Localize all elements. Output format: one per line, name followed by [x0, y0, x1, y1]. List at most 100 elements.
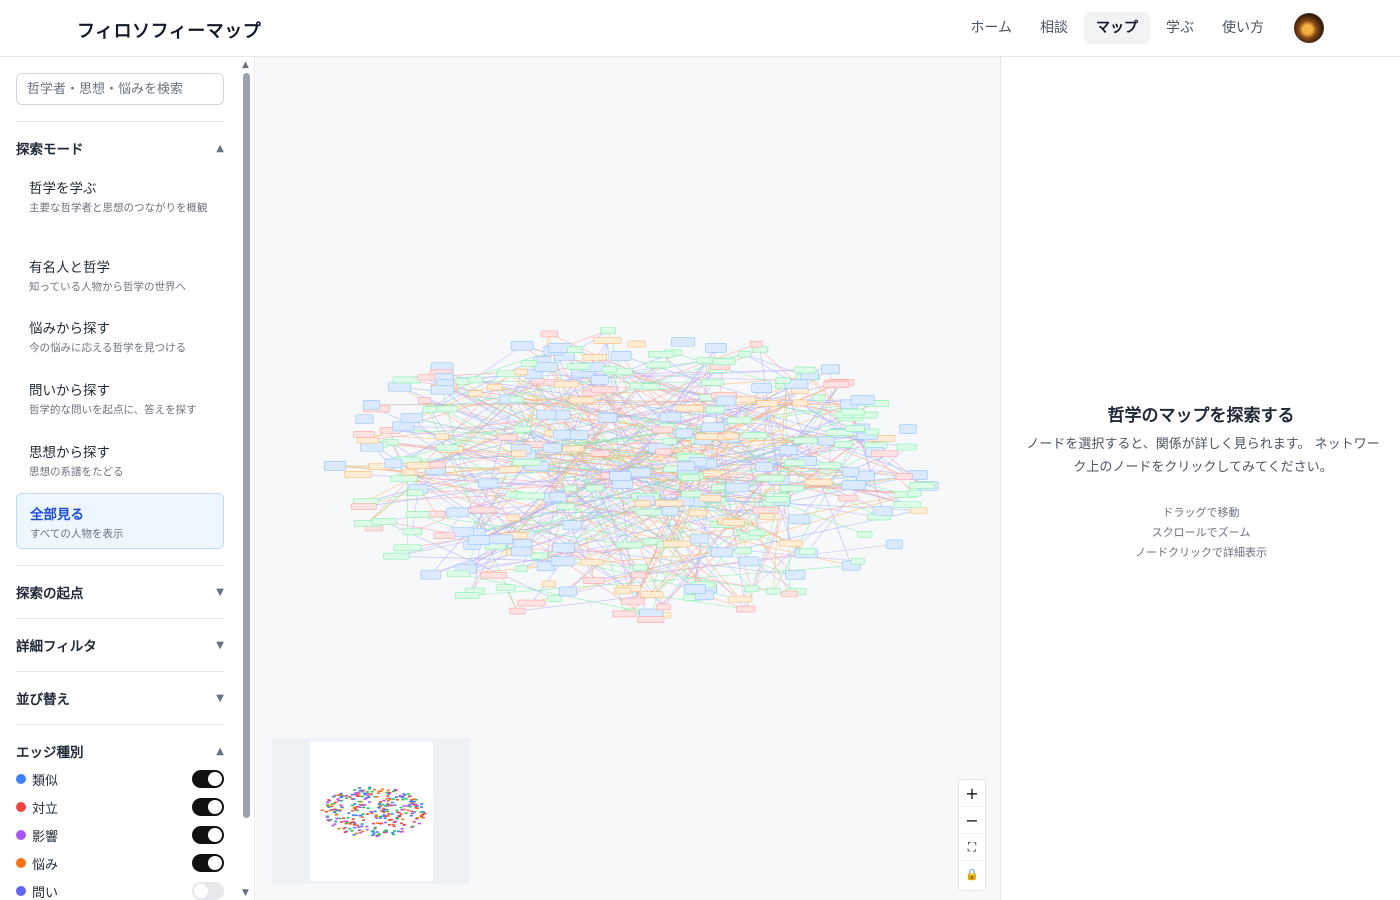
graph-node[interactable] — [323, 460, 347, 471]
graph-node[interactable] — [840, 408, 865, 416]
graph-node[interactable] — [401, 468, 417, 476]
graph-node[interactable] — [705, 406, 725, 414]
graph-node[interactable] — [793, 437, 818, 444]
graph-node[interactable] — [675, 428, 693, 439]
graph-node[interactable] — [615, 541, 643, 549]
sidebar-scrollbar[interactable]: ▲ ▼ — [241, 57, 251, 900]
graph-node[interactable] — [872, 505, 893, 516]
graph-node[interactable] — [646, 361, 671, 369]
app-title[interactable]: フィロソフィーマップ — [77, 17, 261, 43]
graph-node[interactable] — [778, 540, 804, 547]
graph-node[interactable] — [727, 416, 752, 424]
graph-node[interactable] — [552, 542, 576, 553]
graph-node[interactable] — [417, 397, 431, 404]
opposition-toggle[interactable] — [192, 798, 224, 816]
graph-node[interactable] — [712, 358, 736, 366]
graph-node[interactable] — [793, 366, 817, 374]
graph-node[interactable] — [775, 377, 791, 384]
similar-toggle[interactable] — [192, 770, 224, 788]
graph-node[interactable] — [609, 471, 632, 481]
graph-node[interactable] — [495, 584, 516, 592]
graph-node[interactable] — [781, 590, 799, 598]
graph-node[interactable] — [593, 337, 622, 344]
minimap-viewport[interactable] — [310, 742, 433, 881]
graph-node[interactable] — [741, 432, 768, 439]
graph-node[interactable] — [857, 530, 873, 538]
section-detail-filter[interactable]: 詳細フィルタ ▼ — [16, 634, 224, 656]
graph-node[interactable] — [390, 475, 418, 482]
graph-node[interactable] — [677, 461, 696, 472]
graph-node[interactable] — [755, 462, 774, 472]
graph-node[interactable] — [478, 478, 499, 489]
graph-node[interactable] — [823, 381, 850, 389]
graph-node[interactable] — [749, 340, 763, 348]
section-sort[interactable]: 並び替え ▼ — [16, 687, 224, 709]
graph-node[interactable] — [468, 535, 491, 545]
graph-node[interactable] — [842, 467, 860, 477]
graph-node[interactable] — [520, 360, 538, 367]
graph-node[interactable] — [635, 508, 662, 516]
graph-node[interactable] — [598, 413, 618, 423]
graph-node[interactable] — [541, 580, 556, 588]
graph-node[interactable] — [383, 552, 410, 560]
graph-node[interactable] — [452, 527, 474, 537]
network-canvas[interactable]: + − ⛶ 🔒 — [256, 57, 1000, 900]
graph-node[interactable] — [908, 482, 936, 489]
graph-node[interactable] — [498, 466, 519, 473]
question-toggle[interactable] — [192, 882, 224, 900]
graph-node[interactable] — [659, 412, 682, 422]
graph-node[interactable] — [556, 503, 575, 510]
section-explore-mode[interactable]: 探索モード ▲ — [16, 137, 224, 159]
graph-node[interactable] — [591, 386, 618, 393]
graph-node[interactable] — [871, 450, 898, 457]
graph-node[interactable] — [511, 450, 527, 457]
graph-node[interactable] — [765, 495, 790, 503]
graph-node[interactable] — [734, 396, 756, 403]
graph-node[interactable] — [427, 510, 446, 518]
graph-node[interactable] — [637, 616, 665, 624]
graph-node[interactable] — [387, 381, 412, 392]
graph-node[interactable] — [360, 442, 384, 452]
scroll-down-icon[interactable]: ▼ — [242, 888, 249, 898]
graph-node[interactable] — [683, 583, 707, 594]
graph-node[interactable] — [580, 559, 604, 566]
graph-node[interactable] — [699, 494, 722, 502]
influence-toggle[interactable] — [192, 826, 224, 844]
graph-node[interactable] — [568, 396, 595, 404]
graph-node[interactable] — [506, 514, 521, 522]
graph-node[interactable] — [656, 603, 671, 611]
graph-node[interactable] — [705, 343, 727, 353]
search-input[interactable] — [16, 73, 224, 105]
graph-node[interactable] — [384, 458, 402, 469]
graph-node[interactable] — [509, 607, 526, 615]
network-graph[interactable] — [256, 57, 1000, 737]
graph-node[interactable] — [562, 445, 585, 453]
section-start-point[interactable]: 探索の起点 ▼ — [16, 581, 224, 603]
graph-node[interactable] — [818, 462, 842, 469]
graph-node[interactable] — [509, 396, 524, 403]
graph-node[interactable] — [759, 513, 775, 520]
section-edge-types[interactable]: エッジ種別 ▲ — [16, 740, 224, 762]
graph-node[interactable] — [715, 396, 737, 406]
graph-node[interactable] — [514, 368, 529, 376]
graph-node[interactable] — [610, 351, 632, 361]
graph-node[interactable] — [725, 482, 750, 493]
graph-node[interactable] — [701, 379, 724, 386]
graph-node[interactable] — [351, 503, 377, 510]
graph-node[interactable] — [663, 540, 692, 548]
nav-consult[interactable]: 相談 — [1028, 12, 1080, 44]
graph-node[interactable] — [620, 597, 645, 605]
mode-from-concerns[interactable]: 悩みから探す 今の悩みに応える哲学を見つける — [16, 311, 224, 362]
graph-node[interactable] — [647, 351, 675, 358]
graph-node[interactable] — [681, 490, 702, 498]
graph-node[interactable] — [488, 534, 514, 545]
graph-node[interactable] — [632, 564, 648, 572]
graph-node[interactable] — [702, 470, 722, 477]
graph-node[interactable] — [516, 492, 545, 500]
graph-node[interactable] — [480, 571, 508, 579]
graph-node[interactable] — [590, 375, 609, 385]
graph-node[interactable] — [497, 433, 518, 441]
nav-learn[interactable]: 学ぶ — [1154, 12, 1206, 44]
graph-node[interactable] — [567, 346, 583, 354]
graph-node[interactable] — [792, 399, 809, 407]
